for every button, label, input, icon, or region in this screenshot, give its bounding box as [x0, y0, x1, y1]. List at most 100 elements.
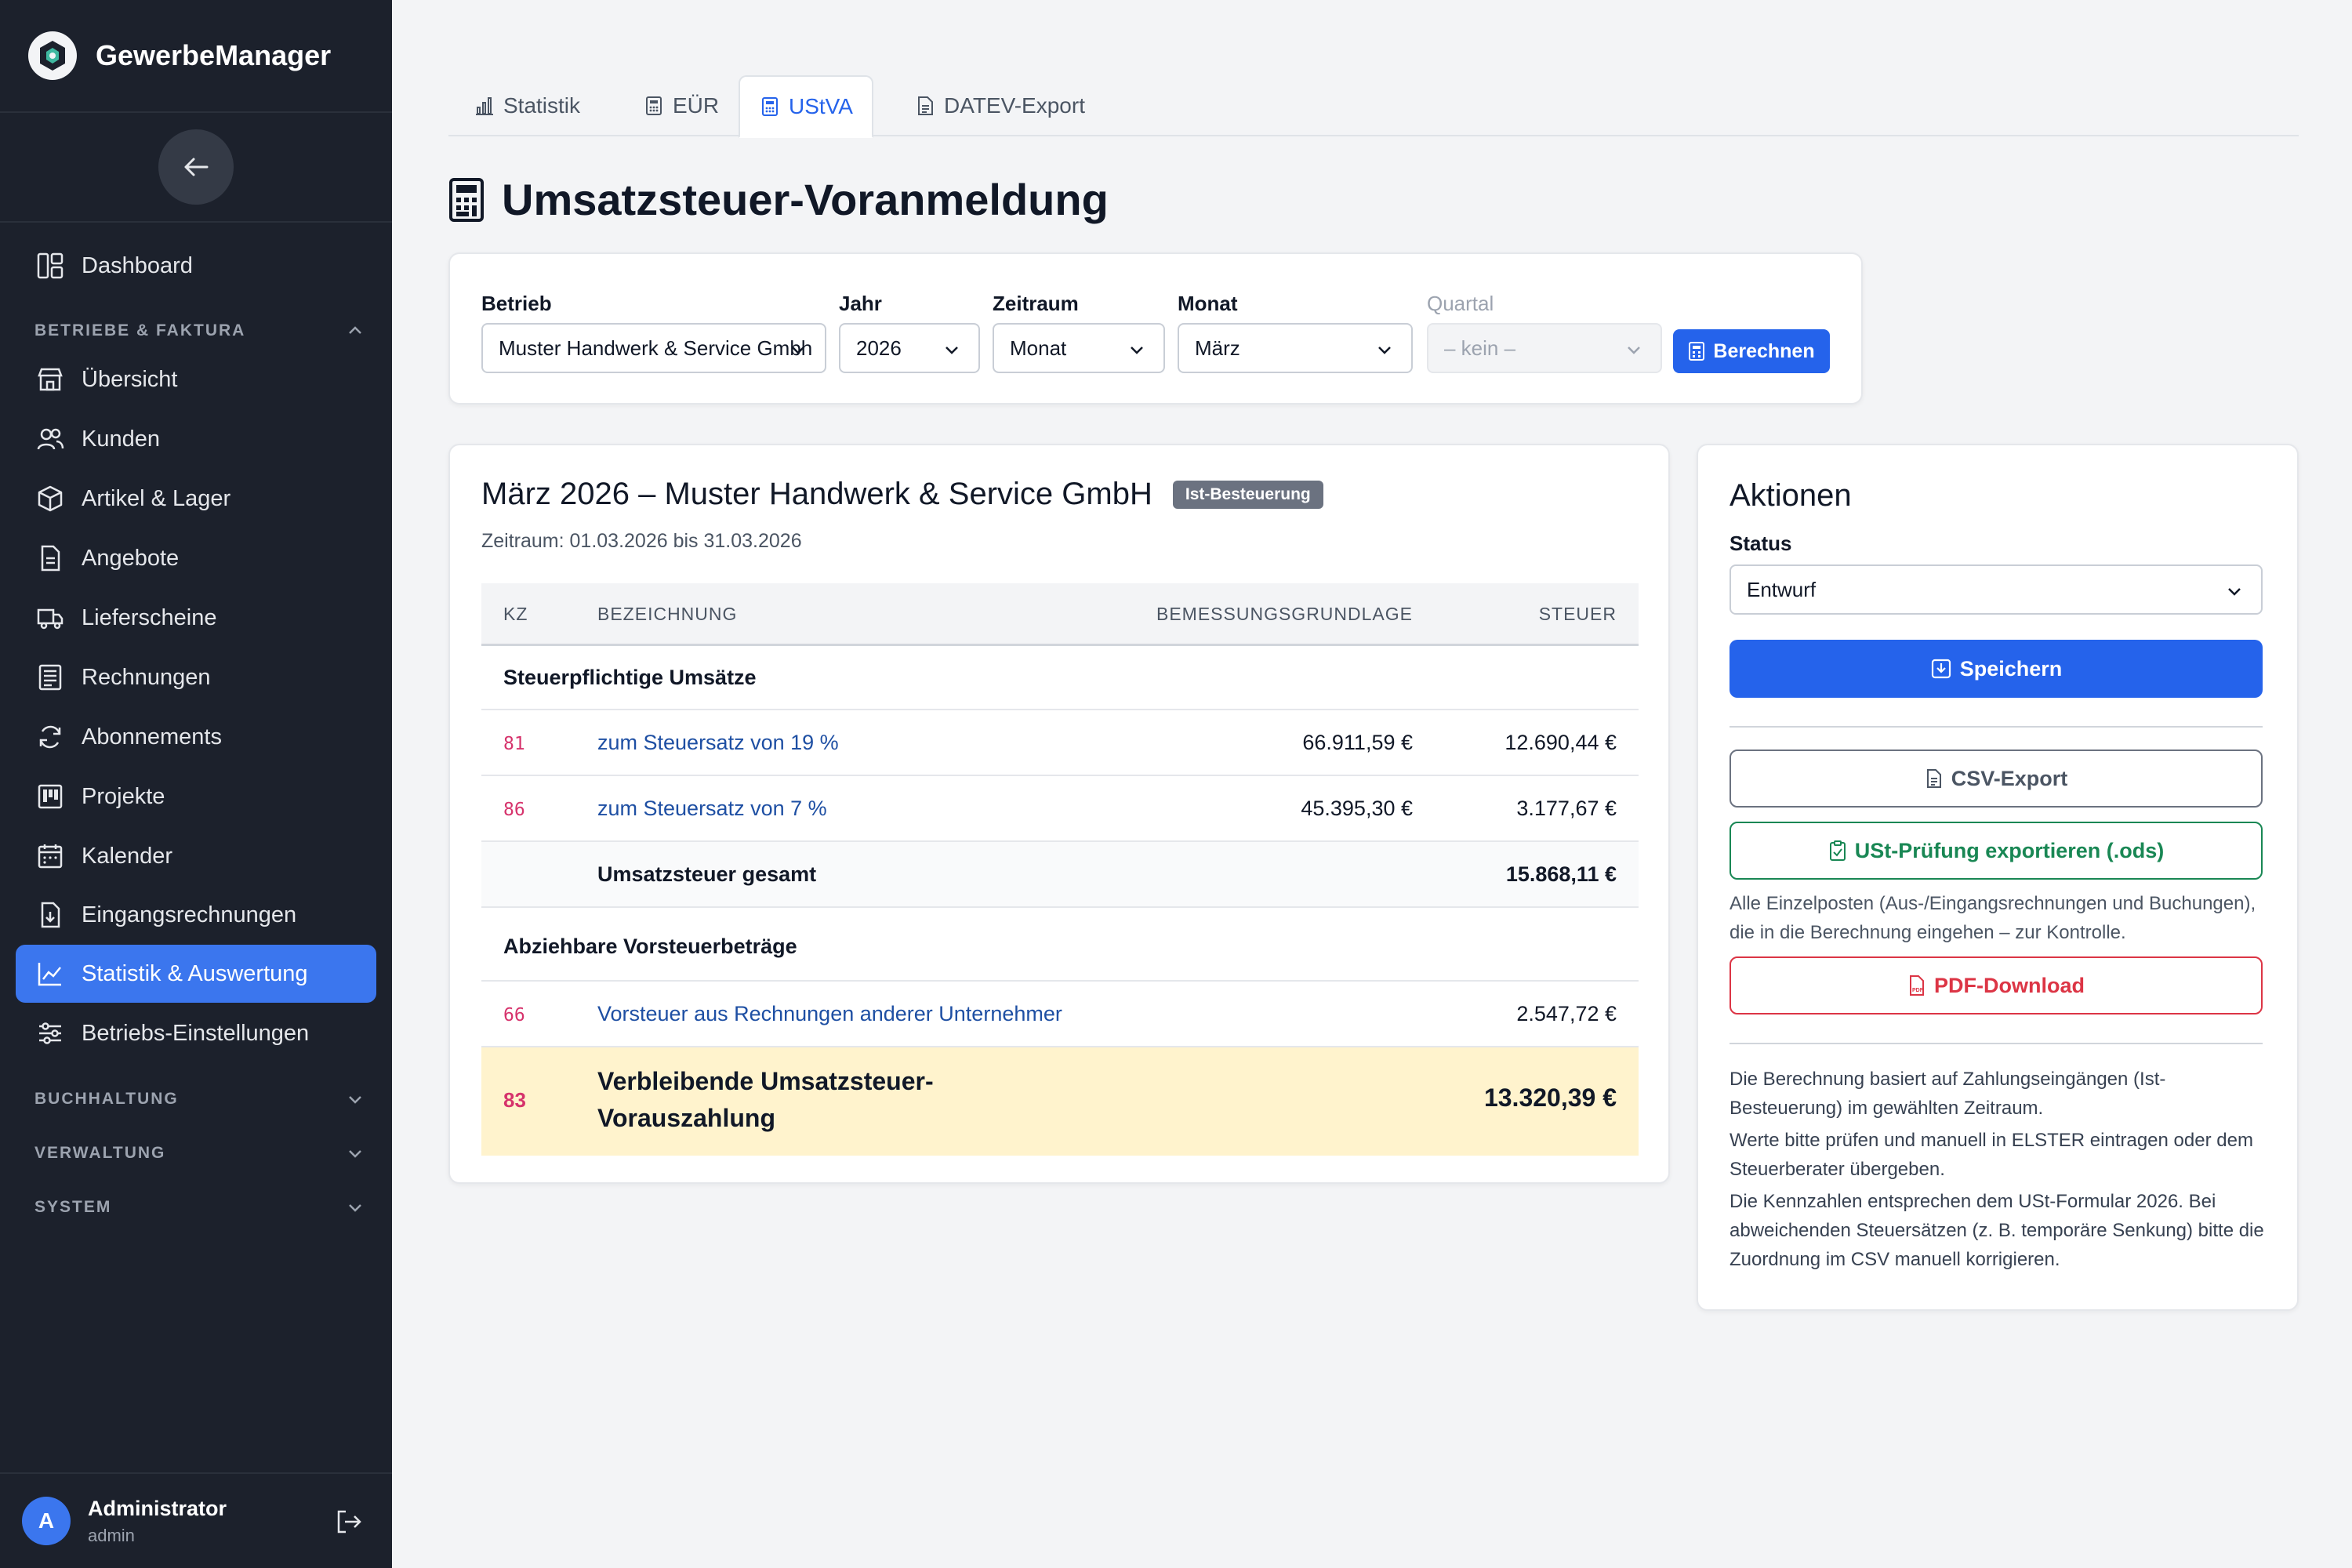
user-name: Administrator	[88, 1496, 227, 1520]
chevron-down-icon	[792, 347, 804, 354]
csv-export-button[interactable]: CSV-Export	[1730, 750, 2263, 808]
sidebar-item-label: Lieferscheine	[82, 604, 217, 630]
status-select[interactable]: Entwurf	[1730, 564, 2263, 615]
sidebar-nav: Dashboard BETRIEBE & FAKTURA Übersicht K…	[0, 223, 392, 1216]
sidebar-item-label: Kunden	[82, 426, 160, 452]
sidebar-item-label: Kalender	[82, 843, 173, 869]
section-betriebe-faktura[interactable]: BETRIEBE & FAKTURA	[34, 321, 364, 340]
dashboard-icon	[34, 250, 66, 281]
file-download-icon	[34, 899, 66, 931]
ust-pruefung-export-button[interactable]: USt-Prüfung exportieren (.ods)	[1730, 822, 2263, 880]
tab-label: UStVA	[789, 94, 853, 118]
bezeichnung-value: zum Steuersatz von 19 %	[597, 731, 839, 754]
avatar[interactable]: A	[22, 1497, 71, 1545]
chevron-down-icon	[349, 1150, 361, 1158]
final-label-line: Verbleibende Umsatzsteuer-	[597, 1067, 934, 1095]
betrieb-select[interactable]: Muster Handwerk & Service Gmbh	[481, 323, 826, 373]
tab-datev-export[interactable]: DATEV-Export	[895, 75, 1104, 136]
select-value: März	[1195, 336, 1240, 360]
chevron-up-icon	[349, 326, 361, 334]
sidebar-item-abonnements[interactable]: Abonnements	[16, 708, 376, 766]
refresh-icon	[34, 721, 66, 753]
kz-value: 66	[503, 1005, 525, 1025]
button-label: CSV-Export	[1951, 766, 2068, 790]
sidebar-item-uebersicht[interactable]: Übersicht	[16, 350, 376, 408]
section-system[interactable]: SYSTEM	[34, 1198, 364, 1217]
users-icon	[34, 423, 66, 455]
app-name: GewerbeManager	[96, 39, 332, 71]
final-label-line: Vorauszahlung	[597, 1104, 775, 1132]
collapse-sidebar-button[interactable]	[158, 129, 234, 205]
actions-title: Aktionen	[1730, 478, 1852, 513]
receipt-icon	[34, 662, 66, 693]
sidebar-item-dashboard[interactable]: Dashboard	[16, 237, 376, 295]
sidebar-item-angebote[interactable]: Angebote	[16, 529, 376, 587]
section-verwaltung[interactable]: VERWALTUNG	[34, 1144, 364, 1163]
sidebar-item-eingangsrechnungen[interactable]: Eingangsrechnungen	[16, 886, 376, 944]
zeitraum-select[interactable]: Monat	[993, 323, 1165, 373]
sidebar-item-statistik-auswertung[interactable]: Statistik & Auswertung	[16, 945, 376, 1003]
bemessung-value: 66.911,59 €	[1302, 731, 1413, 754]
brand[interactable]: GewerbeManager	[0, 0, 392, 113]
calculator-icon	[448, 177, 485, 223]
sidebar-item-betriebs-einstellungen[interactable]: Betriebs-Einstellungen	[16, 1004, 376, 1062]
sidebar-item-kunden[interactable]: Kunden	[16, 410, 376, 468]
monat-label: Monat	[1178, 292, 1238, 315]
sidebar-item-label: Eingangsrechnungen	[82, 902, 297, 927]
arrow-left-icon	[184, 158, 209, 176]
tab-statistik[interactable]: Statistik	[455, 75, 599, 136]
tab-ustva[interactable]: UStVA	[739, 75, 873, 138]
report-title: März 2026 – Muster Handwerk & Service Gm…	[481, 477, 1323, 512]
section-row: Steuerpflichtige Umsätze	[481, 646, 1639, 710]
sidebar-item-label: Statistik & Auswertung	[82, 960, 308, 986]
select-value: 2026	[856, 336, 902, 360]
filter-card: Betrieb Muster Handwerk & Service Gmbh J…	[448, 252, 1863, 405]
section-buchhaltung[interactable]: BUCHHALTUNG	[34, 1090, 364, 1109]
bezeichnung-value: Vorsteuer aus Rechnungen anderer Unterne…	[597, 1002, 1062, 1025]
sidebar-item-artikel-lager[interactable]: Artikel & Lager	[16, 470, 376, 528]
jahr-select[interactable]: 2026	[839, 323, 980, 373]
sidebar-item-label: Dashboard	[82, 252, 193, 278]
info-note: Die Berechnung basiert auf Zahlungseingä…	[1730, 1069, 2166, 1119]
tab-bar: Statistik EÜR UStVA DATEV-Export	[448, 75, 2299, 138]
pdf-download-button[interactable]: PDF PDF-Download	[1730, 956, 2263, 1014]
sidebar-item-rechnungen[interactable]: Rechnungen	[16, 648, 376, 706]
logout-icon[interactable]	[334, 1507, 364, 1541]
box-icon	[34, 483, 66, 514]
sliders-icon	[34, 1018, 66, 1049]
steuer-value: 3.177,67 €	[1516, 797, 1617, 820]
column-header-bezeichnung: BEZEICHNUNG	[597, 604, 738, 624]
kz-value: 86	[503, 800, 525, 820]
total-label: Umsatzsteuer gesamt	[597, 862, 817, 886]
divider	[1730, 1043, 2263, 1044]
info-note: Werte bitte prüfen und manuell in ELSTER…	[1730, 1130, 2253, 1180]
report-title-text: März 2026 – Muster Handwerk & Service Gm…	[481, 477, 1152, 511]
kz-value: 81	[503, 734, 525, 754]
calendar-icon	[34, 840, 66, 872]
line-chart-icon	[34, 958, 66, 989]
section-label: SYSTEM	[34, 1198, 112, 1216]
svg-text:PDF: PDF	[1912, 988, 1924, 993]
monat-select[interactable]: März	[1178, 323, 1413, 373]
berechnen-button[interactable]: Berechnen	[1673, 329, 1830, 373]
sidebar-item-projekte[interactable]: Projekte	[16, 768, 376, 826]
zeitraum-label: Zeitraum	[993, 292, 1079, 315]
tab-euer[interactable]: EÜR	[624, 75, 738, 136]
sidebar-item-label: Angebote	[82, 545, 180, 571]
chevron-down-icon	[1131, 347, 1143, 354]
steuer-value: 12.690,44 €	[1504, 731, 1617, 754]
chevron-down-icon	[349, 1204, 361, 1212]
sidebar-item-lieferscheine[interactable]: Lieferscheine	[16, 589, 376, 647]
sidebar-item-kalender[interactable]: Kalender	[16, 827, 376, 885]
table-header: KZ BEZEICHNUNG BEMESSUNGSGRUNDLAGE STEUE…	[481, 583, 1639, 646]
select-value: Muster Handwerk & Service Gmbh	[499, 336, 813, 360]
bar-chart-icon	[474, 95, 495, 117]
report-period: Zeitraum: 01.03.2026 bis 31.03.2026	[481, 530, 802, 552]
final-label: Verbleibende Umsatzsteuer- Vorauszahlung	[597, 1063, 934, 1137]
ustva-table: KZ BEZEICHNUNG BEMESSUNGSGRUNDLAGE STEUE…	[481, 583, 1639, 1156]
save-button[interactable]: Speichern	[1730, 640, 2263, 698]
file-icon	[914, 95, 936, 117]
actions-card: Aktionen Status Entwurf Speichern CSV-Ex…	[1697, 444, 2299, 1311]
calculator-icon	[643, 95, 665, 117]
table-row: 86 zum Steuersatz von 7 % 45.395,30 € 3.…	[481, 776, 1639, 842]
